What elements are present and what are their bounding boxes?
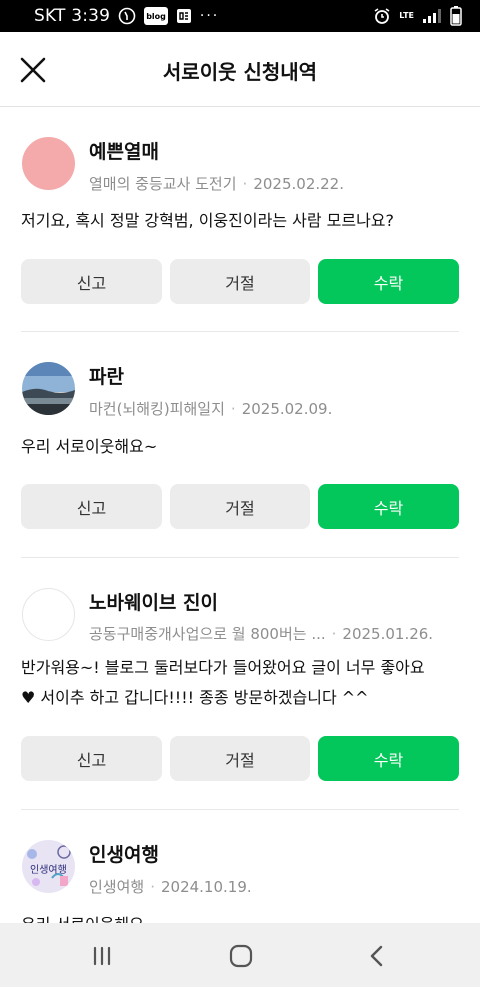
request-date: 2025.01.26. [342, 624, 434, 643]
request-item: 노바웨이브 진이 공동구매중개사업으로 월 800버는 ... · 2025.0… [0, 558, 480, 810]
request-message: 우리 서로이웃해요~ [21, 437, 158, 456]
blog-meta: 공동구매중개사업으로 월 800버는 ... · 2025.01.26. [89, 623, 433, 644]
news-icon [176, 7, 192, 25]
accept-button[interactable]: 수락 [318, 736, 459, 781]
meta-separator: · [331, 624, 337, 643]
network-type: LTE [399, 11, 414, 20]
reject-button[interactable]: 거절 [170, 259, 310, 304]
message-line: ♥ 서이추 하고 갑니다!!!! 종종 방문하겠습니다 ^^ [21, 688, 369, 707]
avatar[interactable] [22, 588, 75, 641]
status-left: SKT 3:39 blog ··· [34, 5, 219, 27]
report-button[interactable]: 신고 [21, 484, 162, 529]
battery-icon [450, 6, 462, 26]
status-bar: SKT 3:39 blog ··· LTE [0, 0, 480, 32]
more-notifications: ··· [199, 8, 220, 24]
report-button[interactable]: 신고 [21, 259, 162, 304]
report-button[interactable]: 신고 [21, 736, 162, 781]
blog-meta: 마컨(뇌해킹)피해일지 · 2025.02.09. [89, 398, 332, 419]
app-header: 서로이웃 신청내역 [0, 32, 480, 107]
request-message: 반가워용~! 블로그 둘러보다가 들어왔어요 글이 너무 좋아요 ♥ 서이추 하… [21, 653, 461, 713]
back-icon[interactable] [362, 941, 392, 971]
blog-name[interactable]: 마컨(뇌해킹)피해일지 [89, 398, 225, 419]
system-nav-bar [0, 923, 480, 987]
call-icon [118, 7, 136, 25]
reject-button[interactable]: 거절 [170, 484, 310, 529]
blog-meta: 인생여행 · 2024.10.19. [89, 876, 252, 897]
meta-separator: · [150, 877, 155, 896]
accept-button[interactable]: 수락 [318, 484, 459, 529]
blog-meta: 열매의 중등교사 도전기 · 2025.02.22. [89, 173, 344, 194]
avatar-text: 인생여행 [30, 865, 67, 876]
request-item: 예쁜열매 열매의 중등교사 도전기 · 2025.02.22. 저기요, 혹시 … [0, 107, 480, 332]
request-date: 2024.10.19. [160, 877, 252, 896]
meta-separator: · [230, 399, 236, 418]
blog-name[interactable]: 공동구매중개사업으로 월 800버는 ... [89, 623, 326, 644]
request-item: 인생여행 인생여행 인생여행 · 2024.10.19. 우리 서로이웃해요~ [0, 810, 480, 923]
accept-button[interactable]: 수락 [318, 259, 459, 304]
blog-icon: blog [144, 7, 168, 25]
meta-separator: · [242, 174, 248, 193]
alarm-icon [373, 7, 391, 25]
blog-name[interactable]: 인생여행 [89, 876, 144, 897]
nickname[interactable]: 인생여행 [89, 840, 159, 867]
recent-apps-icon[interactable] [87, 941, 117, 971]
nickname[interactable]: 예쁜열매 [89, 137, 159, 164]
request-item: 파란 마컨(뇌해킹)피해일지 · 2025.02.09. 우리 서로이웃해요~ … [0, 332, 480, 558]
avatar[interactable]: 인생여행 [22, 840, 75, 893]
request-date: 2025.02.22. [253, 174, 344, 193]
signal-icon [422, 7, 442, 25]
reject-button[interactable]: 거절 [170, 736, 310, 781]
message-line: 반가워용~! 블로그 둘러보다가 들어왔어요 글이 너무 좋아요 [21, 658, 425, 677]
nickname[interactable]: 노바웨이브 진이 [89, 588, 218, 615]
avatar[interactable] [22, 362, 75, 415]
avatar[interactable] [22, 137, 75, 190]
nickname[interactable]: 파란 [89, 362, 124, 389]
request-message: 저기요, 혹시 정말 강혁범, 이웅진이라는 사람 모르나요? [21, 211, 395, 230]
home-icon[interactable] [226, 941, 256, 971]
request-message: 우리 서로이웃해요~ [21, 910, 461, 923]
status-right: LTE [373, 5, 462, 27]
blog-name[interactable]: 열매의 중등교사 도전기 [89, 173, 237, 194]
page-title: 서로이웃 신청내역 [162, 60, 318, 84]
carrier-time: SKT 3:39 [34, 6, 111, 26]
request-date: 2025.02.09. [241, 399, 333, 418]
